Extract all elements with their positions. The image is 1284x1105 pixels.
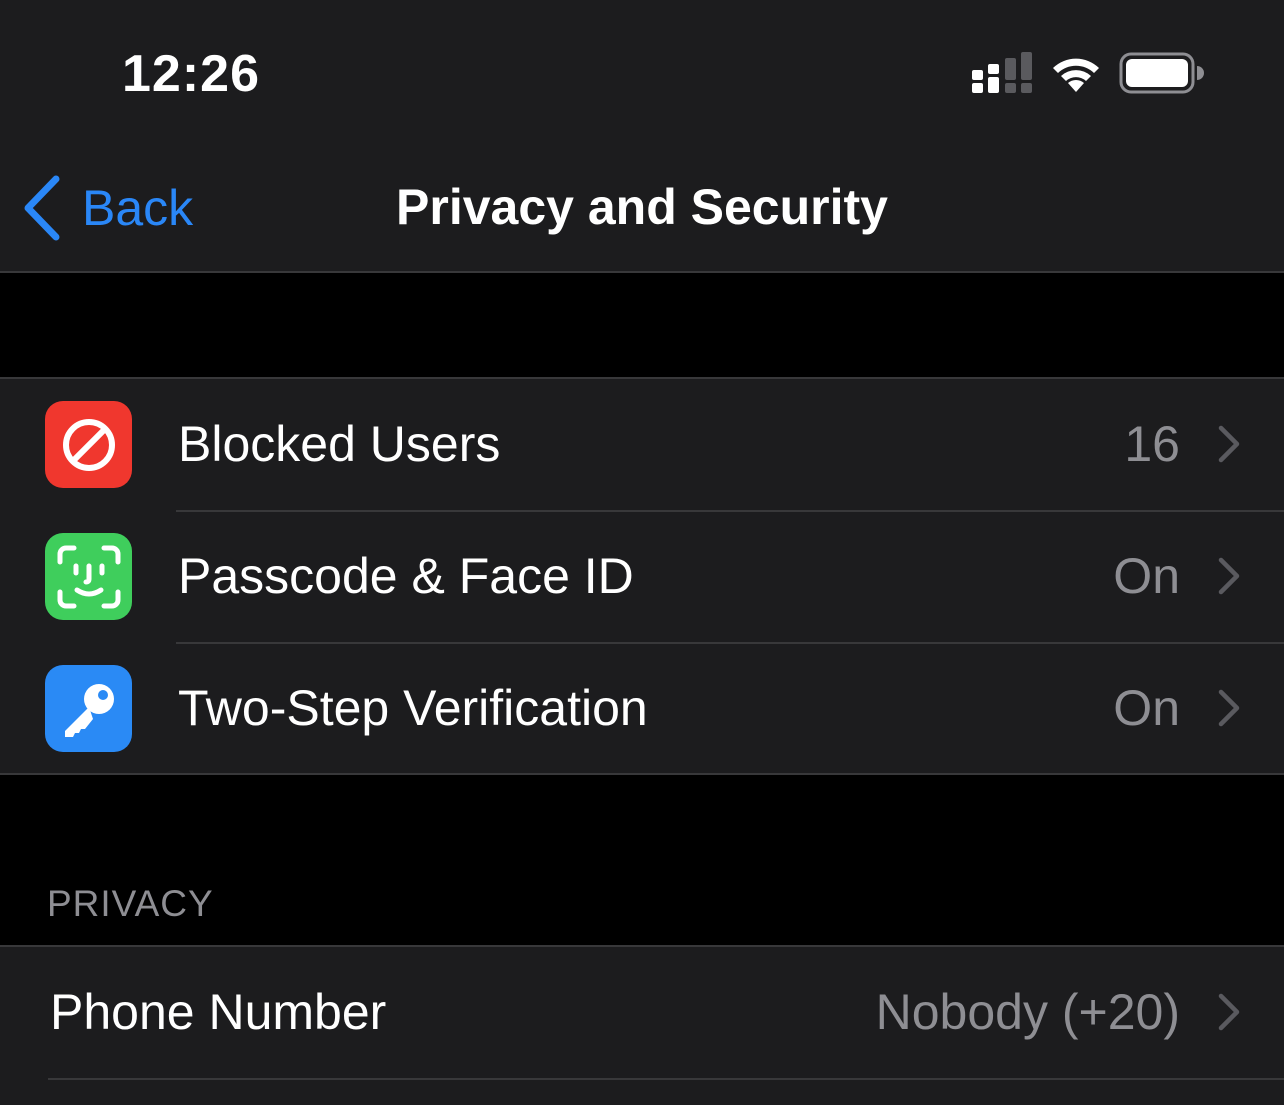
chevron-right-icon: [1218, 557, 1240, 595]
row-label: Blocked Users: [178, 416, 501, 472]
page-title: Privacy and Security: [396, 179, 888, 235]
privacy-section-header: PRIVACY: [47, 883, 214, 924]
cellular-signal-icon: [972, 52, 1032, 93]
row-label: Passcode & Face ID: [178, 548, 634, 604]
passcode-face-id-row[interactable]: Passcode & Face ID On: [0, 511, 1284, 643]
two-step-verification-row[interactable]: Two-Step Verification On: [0, 643, 1284, 775]
status-time: 12:26: [122, 45, 260, 103]
wifi-icon: [1053, 58, 1099, 92]
chevron-right-icon: [1218, 689, 1240, 727]
blocked-icon: [45, 401, 132, 488]
battery-icon: [1119, 52, 1204, 94]
row-separator: [48, 1078, 1284, 1080]
navigation-header: 12:26 Back Privacy and Security: [0, 0, 1284, 273]
row-label: Phone Number: [50, 984, 387, 1040]
row-value: Nobody (+20): [875, 984, 1180, 1040]
row-value: 16: [1124, 416, 1180, 472]
face-id-icon: [45, 533, 132, 620]
chevron-right-icon: [1218, 993, 1240, 1031]
security-group: Blocked Users 16 Passcode & Face ID On T…: [0, 377, 1284, 775]
row-value: On: [1113, 680, 1180, 736]
key-icon: [45, 665, 132, 752]
row-value: On: [1113, 548, 1180, 604]
phone-number-row[interactable]: Phone Number Nobody (+20): [0, 947, 1284, 1079]
chevron-right-icon: [1218, 425, 1240, 463]
blocked-users-row[interactable]: Blocked Users 16: [0, 379, 1284, 511]
row-label: Two-Step Verification: [178, 680, 648, 736]
privacy-group: Phone Number Nobody (+20): [0, 945, 1284, 1105]
